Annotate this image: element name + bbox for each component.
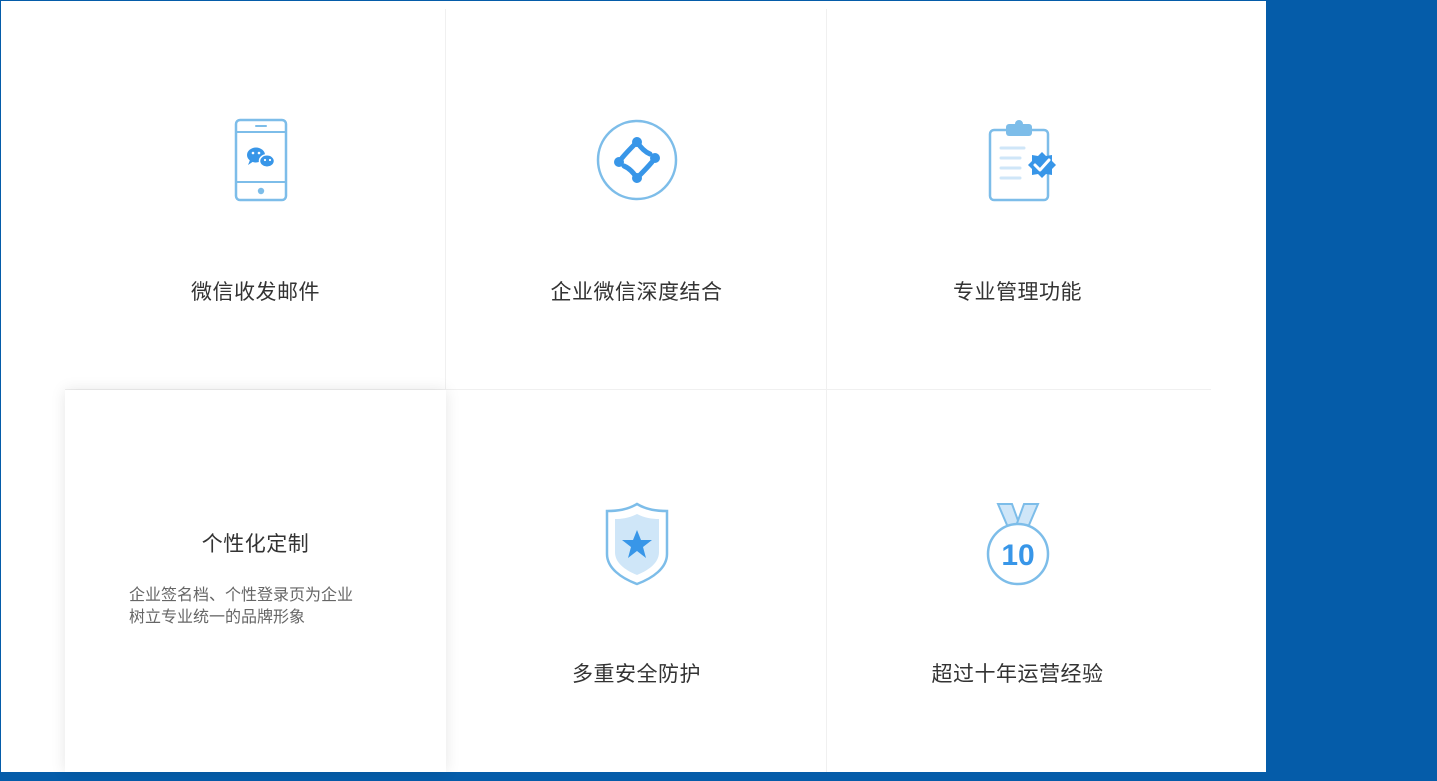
feature-description-line: 树立专业统一的品牌形象 bbox=[129, 607, 306, 626]
feature-title: 个性化定制 bbox=[201, 532, 310, 556]
feature-card-customization[interactable]: 个性化定制 企业签名档、个性登录页为企业 树立专业统一的品牌形象 bbox=[65, 390, 446, 772]
feature-title: 企业微信深度结合 bbox=[550, 280, 723, 304]
feature-description: 企业签名档、个性登录页为企业 树立专业统一的品牌形象 bbox=[129, 584, 390, 628]
feature-title: 专业管理功能 bbox=[953, 280, 1082, 304]
feature-card-experience[interactable]: 10 超过十年运营经验 bbox=[827, 390, 1208, 772]
feature-card-security[interactable]: 多重安全防护 bbox=[446, 390, 827, 772]
medal-badge-text: 10 bbox=[1001, 539, 1034, 572]
clipboard-check-icon bbox=[976, 118, 1060, 202]
medal-10-icon: 10 bbox=[976, 502, 1060, 586]
feature-card-wechat-mail[interactable]: 微信收发邮件 bbox=[65, 8, 446, 390]
work-wechat-icon bbox=[595, 118, 679, 202]
feature-card-work-wechat[interactable]: 企业微信深度结合 bbox=[446, 8, 827, 390]
feature-description-line: 企业签名档、个性登录页为企业 bbox=[129, 585, 354, 604]
wechat-phone-icon bbox=[214, 118, 298, 202]
feature-card-management[interactable]: 专业管理功能 bbox=[827, 8, 1208, 390]
feature-panel: 微信收发邮件 企业微信深度结合 专业管理功能 个性化定制 企业签名档、个性登录页… bbox=[1, 1, 1266, 772]
feature-title: 微信收发邮件 bbox=[191, 280, 320, 304]
feature-title: 多重安全防护 bbox=[572, 662, 701, 686]
feature-title: 超过十年运营经验 bbox=[931, 662, 1104, 686]
shield-star-icon bbox=[595, 502, 679, 586]
